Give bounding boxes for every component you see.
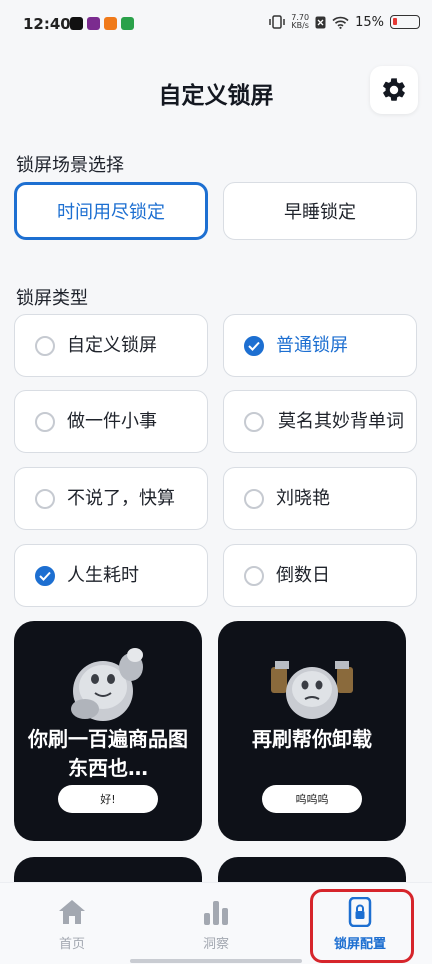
radio-unchecked-icon xyxy=(35,411,55,432)
gear-icon xyxy=(383,78,405,101)
option-label: 普通锁屏 xyxy=(276,334,348,356)
lock-preview-card-2[interactable]: 再刷帮你卸载 呜呜呜 xyxy=(218,621,406,841)
lock-type-quick-math[interactable]: 不说了，快算 xyxy=(14,467,208,530)
app-green-icon xyxy=(121,17,134,30)
highlight-box xyxy=(310,889,414,963)
gun-mascot-image xyxy=(218,647,406,737)
page-title: 自定义锁屏 xyxy=(158,83,274,109)
wifi-icon xyxy=(332,16,349,29)
lock-type-custom[interactable]: 自定义锁屏 xyxy=(14,314,208,377)
battery-icon xyxy=(390,15,420,29)
tiktok-icon xyxy=(70,17,83,30)
lock-type-liu-xiaoyan[interactable]: 刘晓艳 xyxy=(223,467,417,530)
scene-section-label: 锁屏场景选择 xyxy=(16,155,124,176)
option-label: 做一件小事 xyxy=(67,410,157,432)
radio-unchecked-icon xyxy=(244,565,264,586)
settings-button[interactable] xyxy=(370,66,418,114)
lock-type-section-label: 锁屏类型 xyxy=(16,288,88,309)
radio-checked-icon xyxy=(244,335,264,356)
nav-item-insight[interactable]: 洞察 xyxy=(144,883,288,964)
notification-icons xyxy=(70,17,134,30)
battery-percent: 15% xyxy=(355,14,384,30)
status-right: 7.70 KB/s 15% xyxy=(269,14,420,30)
net-speed: 7.70 KB/s xyxy=(291,13,310,30)
muscle-mascot-image xyxy=(14,639,202,729)
radio-unchecked-icon xyxy=(244,411,264,432)
app-orange-icon xyxy=(104,17,117,30)
radio-unchecked-icon xyxy=(244,488,264,509)
bar-chart-icon xyxy=(201,897,231,927)
option-label: 不说了，快算 xyxy=(67,487,175,509)
option-label: 自定义锁屏 xyxy=(67,334,157,356)
radio-unchecked-icon xyxy=(35,335,55,356)
radio-checked-icon xyxy=(35,565,55,586)
card-cry-button[interactable]: 呜呜呜 xyxy=(262,785,362,813)
home-indicator[interactable] xyxy=(130,959,302,963)
scene-option-time-up[interactable]: 时间用尽锁定 xyxy=(14,182,208,240)
status-time: 12:40 xyxy=(23,15,71,33)
radio-unchecked-icon xyxy=(35,488,55,509)
scene-option-early-sleep[interactable]: 早睡锁定 xyxy=(223,182,417,240)
option-label: 刘晓艳 xyxy=(276,487,330,509)
lock-type-countdown[interactable]: 倒数日 xyxy=(223,544,417,607)
status-bar: 12:40 7.70 KB/s 15% xyxy=(0,0,432,50)
nav-label: 洞察 xyxy=(202,937,229,952)
lock-type-life-time[interactable]: 人生耗时 xyxy=(14,544,208,607)
option-label: 莫名其妙背单词 xyxy=(278,410,404,432)
lock-type-vocab[interactable]: 莫名其妙背单词 xyxy=(223,390,417,453)
option-label: 倒数日 xyxy=(276,564,330,586)
sim-off-icon xyxy=(315,16,326,28)
home-icon xyxy=(57,897,87,927)
vibrate-icon xyxy=(269,15,286,29)
lock-type-normal[interactable]: 普通锁屏 xyxy=(223,314,417,377)
nav-label: 首页 xyxy=(58,937,85,952)
lock-preview-card-1[interactable]: 你刷一百遍商品图东西也… 好! xyxy=(14,621,202,841)
option-label: 人生耗时 xyxy=(67,564,139,586)
app-purple-icon xyxy=(87,17,100,30)
card-message: 再刷帮你卸载 xyxy=(252,727,372,751)
card-message: 你刷一百遍商品图东西也… xyxy=(28,727,188,780)
card-ok-button[interactable]: 好! xyxy=(58,785,158,813)
nav-item-home[interactable]: 首页 xyxy=(0,883,144,964)
lock-type-small-task[interactable]: 做一件小事 xyxy=(14,390,208,453)
